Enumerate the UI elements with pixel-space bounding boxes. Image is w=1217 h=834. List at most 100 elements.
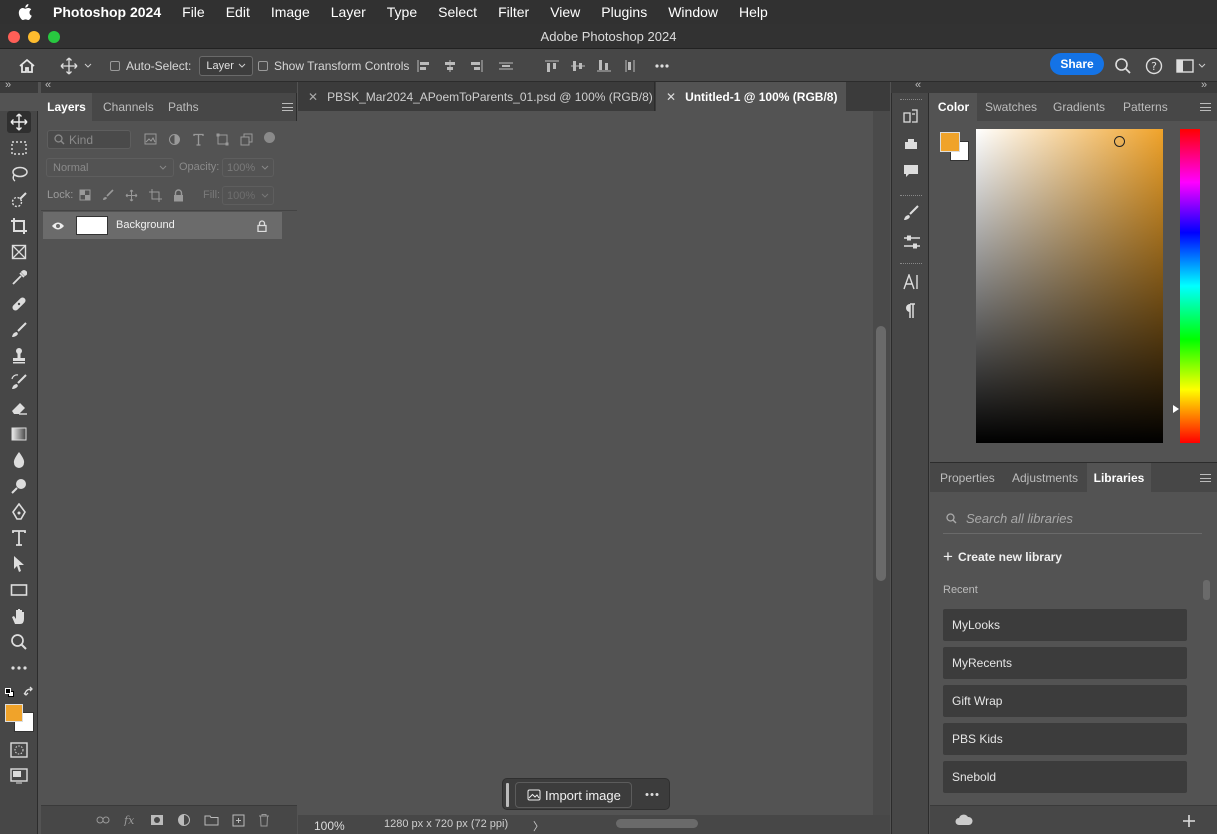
opacity-field[interactable]: 100% <box>222 158 274 177</box>
more-options-icon[interactable] <box>654 59 670 73</box>
screen-mode-button[interactable] <box>7 765 31 787</box>
right-panels-collapse-strip[interactable]: « » <box>891 79 1217 93</box>
swap-colors-icon[interactable] <box>23 686 35 698</box>
plugins-icon[interactable] <box>903 137 919 151</box>
vertical-scrollbar[interactable] <box>873 111 890 816</box>
default-colors-icon[interactable] <box>5 688 14 697</box>
close-tab-icon[interactable]: ✕ <box>666 90 676 104</box>
create-new-library-button[interactable]: + Create new library <box>943 548 1062 565</box>
document-tab-pbsk[interactable]: ✕ PBSK_Mar2024_APoemToParents_01.psd @ 1… <box>298 82 655 111</box>
new-fill-adjustment-icon[interactable] <box>177 813 191 827</box>
grip-icon[interactable] <box>900 195 922 198</box>
document-info[interactable]: 1280 px x 720 px (72 ppi) <box>384 818 508 830</box>
help-icon[interactable]: ? <box>1145 57 1163 75</box>
show-transform-checkbox[interactable] <box>258 60 268 71</box>
align-left-icon[interactable] <box>416 59 432 73</box>
menu-layer[interactable]: Layer <box>331 4 366 20</box>
tab-swatches[interactable]: Swatches <box>985 93 1037 121</box>
shape-layer-filter-icon[interactable] <box>216 133 229 146</box>
eraser-tool-button[interactable] <box>7 397 31 419</box>
layer-filter-kind-dropdown[interactable]: Kind <box>47 130 131 149</box>
adjustments-sliders-icon[interactable] <box>903 234 921 250</box>
tools-collapse-strip[interactable]: » <box>0 79 38 93</box>
align-top-icon[interactable] <box>544 59 560 73</box>
align-right-icon[interactable] <box>468 59 484 73</box>
type-tool-button[interactable] <box>7 527 31 549</box>
apple-icon[interactable] <box>18 3 36 21</box>
rectangle-tool-button[interactable] <box>7 579 31 601</box>
blur-tool-button[interactable] <box>7 449 31 471</box>
pixel-layer-filter-icon[interactable] <box>144 133 157 145</box>
align-middle-icon[interactable] <box>570 59 586 73</box>
layer-name[interactable]: Background <box>116 219 175 231</box>
fill-field[interactable]: 100% <box>222 186 274 205</box>
gradient-tool-button[interactable] <box>7 423 31 445</box>
tab-libraries[interactable]: Libraries <box>1087 463 1151 492</box>
menu-type[interactable]: Type <box>387 4 417 20</box>
healing-brush-tool-button[interactable] <box>7 293 31 315</box>
library-item[interactable]: Gift Wrap <box>943 685 1187 717</box>
add-plus-icon[interactable] <box>1182 814 1196 828</box>
character-icon[interactable] <box>903 274 919 290</box>
tab-properties[interactable]: Properties <box>940 463 995 492</box>
tab-layers[interactable]: Layers <box>41 93 92 121</box>
comments-icon[interactable] <box>903 164 919 178</box>
lock-position-icon[interactable] <box>125 189 138 202</box>
marquee-tool-button[interactable] <box>7 137 31 159</box>
lock-image-pixels-icon[interactable] <box>102 189 114 201</box>
brush-tool-button[interactable] <box>7 319 31 341</box>
paragraph-icon[interactable] <box>904 303 916 319</box>
auto-select-checkbox[interactable] <box>110 60 120 71</box>
layers-panel-menu-icon[interactable] <box>282 103 293 111</box>
color-panel-menu-icon[interactable] <box>1200 103 1211 111</box>
drag-handle[interactable] <box>506 783 509 807</box>
history-brush-tool-button[interactable] <box>7 371 31 393</box>
tab-gradients[interactable]: Gradients <box>1053 93 1105 121</box>
layer-row-background[interactable]: Background <box>43 212 282 239</box>
delete-layer-trash-icon[interactable] <box>258 813 270 827</box>
foreground-color-swatch[interactable] <box>5 704 23 722</box>
hue-slider[interactable] <box>1180 129 1200 443</box>
path-selection-tool-button[interactable] <box>7 553 31 575</box>
tab-adjustments[interactable]: Adjustments <box>1012 463 1078 492</box>
lock-icon[interactable] <box>257 220 267 232</box>
color-picker-cursor[interactable] <box>1114 136 1125 147</box>
lock-all-icon[interactable] <box>173 189 184 202</box>
more-options-icon[interactable] <box>645 792 659 797</box>
color-foreground-swatch[interactable] <box>940 132 960 152</box>
layers-collapse-strip[interactable]: « <box>41 79 297 93</box>
libraries-panel-menu-icon[interactable] <box>1200 474 1211 482</box>
lasso-tool-button[interactable] <box>7 163 31 185</box>
horizontal-scrollbar-thumb[interactable] <box>616 819 698 828</box>
crop-tool-button[interactable] <box>7 215 31 237</box>
clone-stamp-tool-button[interactable] <box>7 345 31 367</box>
tab-color[interactable]: Color <box>930 93 977 121</box>
library-item[interactable]: PBS Kids <box>943 723 1187 755</box>
status-menu-arrow[interactable]: 〉 <box>533 818 544 834</box>
smart-object-filter-icon[interactable] <box>240 133 253 146</box>
cloud-icon[interactable] <box>955 814 973 826</box>
add-mask-icon[interactable] <box>150 814 164 826</box>
distribute-vertical-icon[interactable] <box>622 59 638 73</box>
tab-patterns[interactable]: Patterns <box>1123 93 1168 121</box>
menu-help[interactable]: Help <box>739 4 768 20</box>
color-picker-field[interactable] <box>976 129 1163 443</box>
home-button[interactable] <box>18 49 36 82</box>
dodge-tool-button[interactable] <box>7 475 31 497</box>
menu-file[interactable]: File <box>182 4 205 20</box>
eye-visibility-icon[interactable] <box>51 221 65 231</box>
history-icon[interactable] <box>903 108 919 124</box>
document-tab-untitled[interactable]: ✕ Untitled-1 @ 100% (RGB/8) <box>656 82 846 111</box>
align-center-icon[interactable] <box>442 59 458 73</box>
type-layer-filter-icon[interactable] <box>192 133 205 146</box>
menu-view[interactable]: View <box>550 4 580 20</box>
menu-window[interactable]: Window <box>668 4 718 20</box>
distribute-icon[interactable] <box>498 59 514 73</box>
menu-filter[interactable]: Filter <box>498 4 529 20</box>
auto-select-dropdown[interactable]: Layer <box>199 55 254 76</box>
object-select-tool-button[interactable] <box>7 189 31 211</box>
move-tool-preset[interactable] <box>60 49 92 82</box>
zoom-level[interactable]: 100% <box>314 819 345 833</box>
library-item[interactable]: MyRecents <box>943 647 1187 679</box>
hue-slider-handle[interactable] <box>1173 405 1179 413</box>
